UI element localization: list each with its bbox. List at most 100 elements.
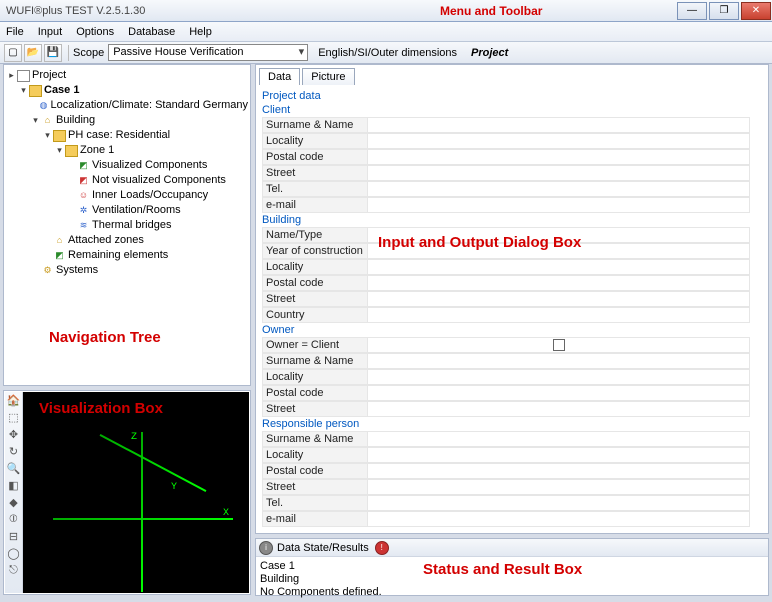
viz-tool-icon[interactable]: ⦶ bbox=[5, 511, 22, 528]
email-field[interactable] bbox=[367, 511, 750, 527]
tree-node[interactable]: Thermal bridges bbox=[92, 218, 171, 233]
field-label: Locality bbox=[262, 259, 367, 275]
viz-tool-icon[interactable]: 🔍 bbox=[5, 460, 22, 477]
field-label: Tel. bbox=[262, 495, 367, 511]
street-field[interactable] bbox=[367, 401, 750, 417]
tree-node[interactable]: Zone 1 bbox=[80, 143, 114, 158]
viz-tool-icon[interactable]: ✥ bbox=[5, 426, 22, 443]
tree-node[interactable]: Systems bbox=[56, 263, 98, 278]
field-label: Year of construction bbox=[262, 243, 367, 259]
street-field[interactable] bbox=[367, 291, 750, 307]
viz-tool-icon[interactable]: ↻ bbox=[5, 443, 22, 460]
field-label: Postal code bbox=[262, 149, 367, 165]
menu-input[interactable]: Input bbox=[38, 26, 62, 38]
email-field[interactable] bbox=[367, 197, 750, 213]
maximize-button[interactable]: ❐ bbox=[709, 2, 739, 20]
viz-tool-icon[interactable]: ◧ bbox=[5, 477, 22, 494]
folder-icon bbox=[53, 130, 66, 142]
project-label[interactable]: Project bbox=[471, 47, 508, 59]
viz-tool-icon[interactable]: 🏠 bbox=[5, 392, 22, 409]
status-title: Data State/Results bbox=[277, 542, 369, 554]
tel-field[interactable] bbox=[367, 495, 750, 511]
tree-node[interactable]: Visualized Components bbox=[92, 158, 207, 173]
cube-icon: ◩ bbox=[53, 250, 66, 262]
locality-field[interactable] bbox=[367, 369, 750, 385]
tab-picture[interactable]: Picture bbox=[302, 68, 354, 85]
axis-x bbox=[53, 518, 233, 520]
tree-node[interactable]: Attached zones bbox=[68, 233, 144, 248]
close-button[interactable]: ✕ bbox=[741, 2, 771, 20]
street-field[interactable] bbox=[367, 479, 750, 495]
status-line: Building bbox=[260, 573, 764, 586]
units-toggle[interactable]: English/SI/Outer dimensions bbox=[314, 47, 461, 59]
minimize-button[interactable]: — bbox=[677, 2, 707, 20]
viz-tool-icon[interactable]: ◯ bbox=[5, 545, 22, 562]
viz-tool-icon[interactable]: ⬚ bbox=[5, 409, 22, 426]
tree-expand-icon[interactable]: ▾ bbox=[54, 143, 65, 158]
locality-field[interactable] bbox=[367, 447, 750, 463]
year-field[interactable] bbox=[367, 243, 750, 259]
dialog-panel: Data Picture Project data Client Surname… bbox=[255, 64, 769, 534]
menu-options[interactable]: Options bbox=[76, 26, 114, 38]
tree-expand-icon[interactable]: ▾ bbox=[42, 128, 53, 143]
surname-field[interactable] bbox=[367, 353, 750, 369]
locality-field[interactable] bbox=[367, 259, 750, 275]
nametype-field[interactable] bbox=[367, 227, 750, 243]
scope-label: Scope bbox=[73, 47, 104, 59]
locality-field[interactable] bbox=[367, 133, 750, 149]
scope-dropdown[interactable]: Passive House Verification bbox=[108, 44, 308, 61]
menu-help[interactable]: Help bbox=[189, 26, 212, 38]
tree-node[interactable]: Remaining elements bbox=[68, 248, 168, 263]
viz-tool-icon[interactable]: ◆ bbox=[5, 494, 22, 511]
menu-database[interactable]: Database bbox=[128, 26, 175, 38]
field-label: Locality bbox=[262, 447, 367, 463]
owner-client-checkbox[interactable] bbox=[553, 339, 565, 351]
viz-canvas[interactable]: X Y Z bbox=[23, 392, 249, 593]
form-scroll[interactable]: Project data Client Surname & Name Local… bbox=[256, 89, 768, 533]
viz-tool-icon[interactable]: ⊟ bbox=[5, 528, 22, 545]
tree-node[interactable]: Inner Loads/Occupancy bbox=[92, 188, 208, 203]
field-label: Street bbox=[262, 479, 367, 495]
open-icon[interactable]: 📂 bbox=[24, 44, 42, 62]
field-label: Street bbox=[262, 401, 367, 417]
tree-node[interactable]: Case 1 bbox=[44, 83, 79, 98]
field-label: Surname & Name bbox=[262, 431, 367, 447]
gear-icon: ⚙ bbox=[41, 265, 54, 277]
postal-field[interactable] bbox=[367, 463, 750, 479]
house-icon: ⌂ bbox=[41, 115, 54, 127]
field-label: e-mail bbox=[262, 511, 367, 527]
postal-field[interactable] bbox=[367, 275, 750, 291]
tree-expand-icon[interactable]: ▾ bbox=[30, 113, 41, 128]
postal-field[interactable] bbox=[367, 149, 750, 165]
tree-node[interactable]: Localization/Climate: Standard Germany bbox=[51, 98, 248, 113]
menu-file[interactable]: File bbox=[6, 26, 24, 38]
viz-tool-icon[interactable]: ⎋ bbox=[5, 562, 22, 579]
surname-field[interactable] bbox=[367, 431, 750, 447]
tree-node[interactable]: Not visualized Components bbox=[92, 173, 226, 188]
status-panel: i Data State/Results ! Case 1 Building N… bbox=[255, 538, 769, 596]
visualization-panel: 🏠 ⬚ ✥ ↻ 🔍 ◧ ◆ ⦶ ⊟ ◯ ⎋ X Y Z bbox=[3, 390, 251, 595]
project-icon bbox=[17, 70, 30, 82]
cube-icon: ◩ bbox=[77, 175, 90, 187]
globe-icon: ◍ bbox=[38, 100, 48, 112]
status-body: Case 1 Building No Components defined. bbox=[256, 557, 768, 602]
tree-node[interactable]: Building bbox=[56, 113, 95, 128]
tree-node[interactable]: Project bbox=[32, 68, 66, 83]
country-field[interactable] bbox=[367, 307, 750, 323]
tel-field[interactable] bbox=[367, 181, 750, 197]
tree-expand-icon[interactable]: ▾ bbox=[18, 83, 29, 98]
street-field[interactable] bbox=[367, 165, 750, 181]
house-icon: ⌂ bbox=[53, 235, 66, 247]
new-icon[interactable]: ▢ bbox=[4, 44, 22, 62]
bridge-icon: ≋ bbox=[77, 220, 90, 232]
fan-icon: ✲ bbox=[77, 205, 90, 217]
surname-field[interactable] bbox=[367, 117, 750, 133]
field-label: Street bbox=[262, 291, 367, 307]
tree-node[interactable]: Ventilation/Rooms bbox=[92, 203, 181, 218]
tree-expand-icon[interactable]: ▸ bbox=[6, 68, 17, 83]
status-line: No Components defined. bbox=[260, 586, 764, 599]
postal-field[interactable] bbox=[367, 385, 750, 401]
tree-node[interactable]: PH case: Residential bbox=[68, 128, 170, 143]
save-icon[interactable]: 💾 bbox=[44, 44, 62, 62]
tab-data[interactable]: Data bbox=[259, 68, 300, 85]
